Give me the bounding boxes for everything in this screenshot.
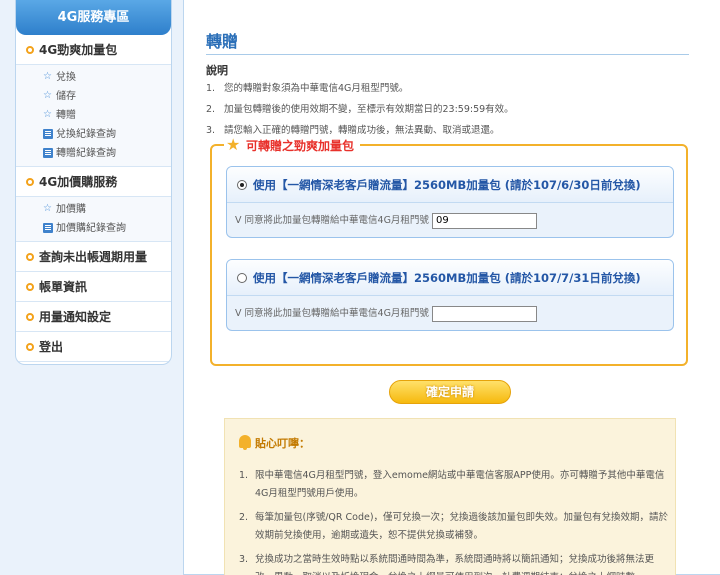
submenu-4g-bonus-pack: ☆ 兌換 ☆ 儲存 ☆ 轉贈 兌換紀錄查詢 轉贈紀錄查詢	[16, 65, 171, 167]
notice-item: 3. 兌換成功之當時生效時點以系統間通時間為準，系統間通時將以簡訊通知；兌換成功後…	[239, 554, 655, 575]
pack-option-label: 使用【一網情深老客戶贈流量】2560MB加量包 (請於107/7/31日前兌換)	[253, 271, 641, 285]
main-content: 轉贈 說明 1. 您的轉贈對象須為中華電信4G月租型門號。 2. 加量包轉贈後的使用…	[183, 0, 720, 575]
menu-item-label: 帳單資訊	[39, 280, 88, 294]
sub-item-addon-history[interactable]: 加價購紀錄查詢	[16, 219, 171, 238]
sub-item-redeem[interactable]: ☆ 兌換	[16, 68, 171, 87]
recipient-prompt: V 同意將此加量包轉贈給中華電信4G月租門號	[235, 308, 429, 319]
sub-item-label: 儲存	[56, 91, 76, 102]
menu-item-usage-notification[interactable]: 用量通知設定	[16, 302, 171, 332]
menu-item-4g-bonus-pack[interactable]: 4G勁爽加量包	[16, 35, 171, 65]
radio-button[interactable]	[237, 273, 247, 283]
sub-item-label: 兌換	[56, 72, 76, 83]
page-title: 轉贈	[206, 32, 239, 51]
page: 4G服務專區 4G勁爽加量包 ☆ 兌換 ☆ 儲存 ☆ 轉贈 兌換紀錄查詢 轉贈紀錄查詢…	[0, 0, 720, 575]
sub-item-label: 兌換紀錄查詢	[56, 129, 116, 140]
pack-option-label: 使用【一網情深老客戶贈流量】2560MB加量包 (請於107/6/30日前兌換)	[253, 178, 641, 192]
menu-item-label: 4G勁爽加量包	[39, 43, 118, 57]
panel-title: ★ 可轉贈之勁爽加量包	[224, 135, 361, 155]
pack-option: 使用【一網情深老客戶贈流量】2560MB加量包 (請於107/7/31日前兌換)…	[226, 259, 674, 331]
sub-item-transfer-history[interactable]: 轉贈紀錄查詢	[16, 144, 171, 163]
star-icon: ☆	[43, 71, 52, 82]
sidebar-header: 4G服務專區	[16, 0, 171, 35]
radio-button[interactable]	[237, 180, 247, 190]
pack-option-header[interactable]: 使用【一網情深老客戶贈流量】2560MB加量包 (請於107/7/31日前兌換)	[227, 260, 673, 296]
bullet-icon	[26, 46, 34, 54]
bullet-icon	[26, 283, 34, 291]
star-icon: ☆	[43, 203, 52, 214]
recipient-number-input[interactable]	[431, 305, 537, 322]
document-icon	[43, 129, 53, 139]
transferable-packs-panel: ★ 可轉贈之勁爽加量包 使用【一網情深老客戶贈流量】2560MB加量包 (請於1…	[210, 137, 688, 366]
pack-option: 使用【一網情深老客戶贈流量】2560MB加量包 (請於107/6/30日前兌換)…	[226, 166, 674, 238]
menu-item-label: 查詢未出帳週期用量	[39, 250, 148, 264]
notice-panel: 貼心叮嚀： 1. 限中華電信4G月租型門號，登入emome網站或中華電信客服APP…	[224, 418, 676, 575]
pack-option-header[interactable]: 使用【一網情深老客戶贈流量】2560MB加量包 (請於107/6/30日前兌換)	[227, 167, 673, 203]
recipient-number-input[interactable]	[431, 212, 537, 229]
submit-button[interactable]: 確定申請	[389, 380, 511, 404]
menu-item-label: 登出	[39, 340, 64, 354]
sub-item-label: 轉贈紀錄查詢	[56, 148, 116, 159]
document-icon	[43, 148, 53, 158]
sub-item-label: 轉贈	[56, 110, 76, 121]
sub-item-addon-purchase[interactable]: ☆ 加價購	[16, 200, 171, 219]
star-icon: ★	[226, 135, 241, 154]
sub-item-redeem-history[interactable]: 兌換紀錄查詢	[16, 125, 171, 144]
sub-item-label: 加價購	[56, 204, 86, 215]
submenu-4g-addon: ☆ 加價購 加價購紀錄查詢	[16, 197, 171, 242]
description-item: 2. 加量包轉贈後的使用效期不變，至標示有效期當日的23:59:59有效。	[206, 104, 514, 115]
bullet-icon	[26, 343, 34, 351]
menu-item-logout[interactable]: 登出	[16, 332, 171, 362]
menu-item-label: 用量通知設定	[39, 310, 112, 324]
bullet-icon	[26, 253, 34, 261]
star-icon: ☆	[43, 90, 52, 101]
notice-item: 2. 每筆加量包(序號/QR Code)，僅可兌換一次；兌換過後該加量包即失效。加…	[239, 512, 669, 541]
pack-option-body: V 同意將此加量包轉贈給中華電信4G月租門號	[227, 203, 673, 237]
notice-title: 貼心叮嚀：	[239, 435, 310, 451]
menu-item-label: 4G加價購服務	[39, 175, 118, 189]
bell-icon	[239, 435, 251, 450]
description-list: 1. 您的轉贈對象須為中華電信4G月租型門號。 2. 加量包轉贈後的使用效期不變，至…	[206, 78, 514, 141]
bullet-icon	[26, 178, 34, 186]
sub-item-transfer[interactable]: ☆ 轉贈	[16, 106, 171, 125]
description-heading: 說明	[206, 64, 228, 77]
menu-item-unbilled-usage[interactable]: 查詢未出帳週期用量	[16, 242, 171, 272]
sidebar: 4G服務專區 4G勁爽加量包 ☆ 兌換 ☆ 儲存 ☆ 轉贈 兌換紀錄查詢 轉贈紀錄查詢…	[15, 0, 172, 365]
menu-item-4g-addon[interactable]: 4G加價購服務	[16, 167, 171, 197]
recipient-prompt: V 同意將此加量包轉贈給中華電信4G月租門號	[235, 215, 429, 226]
description-item: 1. 您的轉贈對象須為中華電信4G月租型門號。	[206, 83, 409, 94]
star-icon: ☆	[43, 109, 52, 120]
document-icon	[43, 223, 53, 233]
pack-option-body: V 同意將此加量包轉贈給中華電信4G月租門號	[227, 296, 673, 330]
notice-list: 1. 限中華電信4G月租型門號，登入emome網站或中華電信客服APP使用。亦可轉…	[239, 467, 669, 575]
sub-item-store[interactable]: ☆ 儲存	[16, 87, 171, 106]
menu-item-billing-info[interactable]: 帳單資訊	[16, 272, 171, 302]
sub-item-label: 加價購紀錄查詢	[56, 223, 126, 234]
notice-item: 1. 限中華電信4G月租型門號，登入emome網站或中華電信客服APP使用。亦可轉…	[239, 470, 665, 499]
title-divider	[206, 54, 689, 55]
bullet-icon	[26, 313, 34, 321]
